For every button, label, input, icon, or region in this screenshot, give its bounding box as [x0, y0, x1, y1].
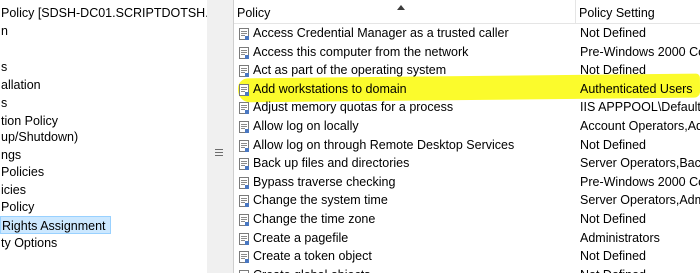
policy-document-icon: [239, 269, 250, 273]
policy-document-icon: [239, 27, 250, 40]
policy-document-icon: [239, 194, 250, 208]
tree-item[interactable]: n: [0, 22, 8, 40]
column-header-policy[interactable]: Policy: [234, 0, 574, 23]
policy-setting-value: Not Defined: [580, 266, 646, 273]
tree-item[interactable]: [0, 40, 1, 58]
policy-row[interactable]: Create global objects Not Defined: [234, 266, 700, 273]
policy-row[interactable]: Bypass traverse checking Pre-Windows 2000…: [234, 173, 700, 192]
tree-item[interactable]: ty Options: [0, 234, 57, 252]
policy-row[interactable]: Create a pagefile Administrators: [234, 229, 700, 248]
tree-item[interactable]: Policy [SDSH-DC01.SCRIPTDOTSH.LOCA: [0, 4, 208, 22]
tree-item[interactable]: Policy: [0, 198, 34, 216]
policy-row[interactable]: Act as part of the operating system Not D…: [234, 61, 700, 80]
policy-name: Change the system time: [253, 193, 388, 208]
policy-row[interactable]: Back up files and directories Server Oper…: [234, 154, 700, 173]
policy-name: Allow log on through Remote Desktop Serv…: [253, 137, 515, 152]
tree-item-label: allation: [1, 78, 41, 92]
policy-row[interactable]: Access this computer from the network Pre…: [234, 43, 700, 62]
policy-document-icon: [239, 176, 250, 189]
policy-setting-value: Administrators: [580, 230, 660, 245]
policy-document-icon: [239, 83, 250, 96]
column-header-policy-label: Policy: [237, 6, 271, 20]
tree-item[interactable]: [0, 252, 1, 270]
tree-item-label: Rights Assignment: [2, 219, 106, 233]
tree-item[interactable]: ngs: [0, 146, 21, 164]
policy-document-icon: [239, 232, 250, 245]
policy-setting-value: Server Operators,Backu: [580, 156, 700, 171]
policy-document-icon: [239, 139, 250, 152]
policy-document-icon: [239, 213, 250, 226]
policy-document-icon: [239, 64, 250, 78]
tree-item-label: Policy [SDSH-DC01.SCRIPTDOTSH.LOCA: [1, 6, 208, 20]
policy-setting-value: Not Defined: [580, 63, 647, 78]
tree-item-label: Policy: [1, 200, 35, 214]
policy-name: Access this computer from the network: [253, 44, 469, 59]
policy-name: Create a token object: [253, 249, 372, 264]
policy-document-icon: [239, 101, 250, 115]
policy-setting-value: Pre-Windows 2000 Con: [580, 174, 700, 189]
column-header-setting-label: Policy Setting: [579, 6, 655, 20]
policy-setting-value: Pre-Windows 2000 Con: [580, 44, 700, 59]
list-header: Policy Policy Setting: [234, 0, 700, 24]
tree-item[interactable]: up/Shutdown): [0, 128, 78, 146]
policy-setting-value: Account Operators,Adr: [580, 119, 700, 133]
policy-row[interactable]: Add workstations to domain Authenticated …: [234, 80, 700, 99]
sort-ascending-icon: [397, 5, 405, 10]
policy-name: Bypass traverse checking: [253, 174, 396, 189]
tree-item-label: s: [1, 60, 8, 74]
tree-item-label: Policies: [1, 165, 45, 179]
tree-item[interactable]: Rights Assignment: [0, 216, 111, 234]
policy-list-pane: Policy Policy Setting Access Credential …: [234, 0, 700, 273]
policy-row[interactable]: Allow log on locally Account Operators,Ad…: [234, 117, 700, 136]
policy-setting-value: Not Defined: [580, 26, 647, 40]
tree-item[interactable]: Policies: [0, 163, 44, 181]
policy-document-icon: [239, 120, 250, 133]
tree-item-label: s: [1, 96, 8, 110]
policy-row[interactable]: Access Credential Manager as a trusted c…: [234, 24, 700, 43]
tree-item-label: ngs: [1, 148, 22, 162]
policy-name: Allow log on locally: [253, 119, 359, 133]
tree-item-label: tion Policy: [1, 114, 58, 128]
policy-name: Adjust memory quotas for a process: [253, 100, 454, 115]
policy-setting-value: Not Defined: [580, 249, 647, 264]
column-header-policy-setting[interactable]: Policy Setting: [576, 0, 700, 23]
tree-item[interactable]: s: [0, 94, 7, 112]
policy-name: Create a pagefile: [253, 230, 349, 245]
policy-setting-value: Not Defined: [580, 137, 647, 152]
policy-document-icon: [239, 157, 250, 171]
policy-name: Back up files and directories: [253, 156, 410, 171]
policy-document-icon: [239, 250, 250, 264]
policy-setting-value: IIS APPPOOL\DefaultAp: [580, 100, 700, 115]
tree-item-label: ty Options: [1, 236, 58, 250]
tree-item[interactable]: allation: [0, 76, 41, 94]
policy-setting-value: Not Defined: [580, 212, 647, 226]
pane-splitter[interactable]: [207, 0, 234, 273]
policy-setting-value: Authenticated Users: [580, 81, 693, 96]
policy-name: Create global objects: [253, 266, 370, 273]
policy-document-icon: [239, 46, 250, 59]
policy-row[interactable]: Create a token object Not Defined: [234, 247, 700, 266]
tree-item-label: up/Shutdown): [1, 130, 79, 144]
policy-name: Add workstations to domain: [253, 81, 407, 96]
policy-row[interactable]: Change the time zone Not Defined: [234, 210, 700, 229]
policy-row[interactable]: Allow log on through Remote Desktop Serv…: [234, 136, 700, 155]
policy-setting-value: Server Operators,Admi: [580, 193, 700, 208]
tree-item-label: icies: [1, 183, 27, 197]
tree-item[interactable]: icies: [0, 181, 26, 199]
policy-name: Access Credential Manager as a trusted c…: [253, 26, 509, 40]
grip-icon[interactable]: [215, 149, 223, 158]
policy-name: Act as part of the operating system: [253, 63, 447, 78]
tree-item[interactable]: s: [0, 58, 7, 76]
policy-row[interactable]: Change the system time Server Operators,A…: [234, 191, 700, 210]
console-tree-pane: Policy [SDSH-DC01.SCRIPTDOTSH.LOCA n s alla…: [0, 0, 208, 273]
tree-item-label: n: [1, 24, 8, 38]
policy-name: Change the time zone: [253, 212, 376, 226]
policy-row[interactable]: Adjust memory quotas for a process IIS AP…: [234, 98, 700, 117]
